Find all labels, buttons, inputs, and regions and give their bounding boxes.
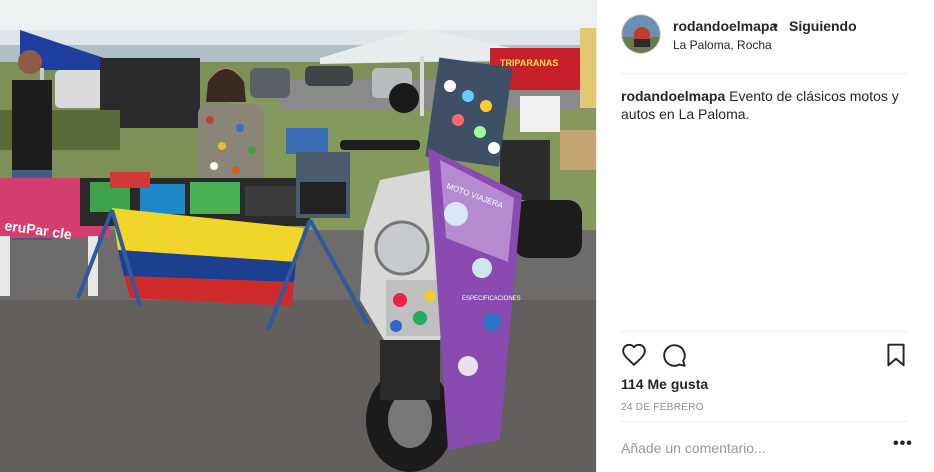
heart-icon[interactable]	[621, 342, 647, 368]
instagram-post: MOTO VIAJERA ESPECIFICACIONES TRIPARANAS…	[0, 0, 934, 472]
comment-input[interactable]	[621, 438, 861, 458]
avatar-image	[622, 15, 660, 53]
post-sidebar: rodandoelmapa • Siguiendo La Paloma, Roc…	[596, 0, 934, 472]
avatar[interactable]	[621, 14, 661, 54]
following-button[interactable]: Siguiendo	[789, 18, 857, 34]
post-photo[interactable]: MOTO VIAJERA ESPECIFICACIONES TRIPARANAS…	[0, 0, 596, 472]
actions-divider	[621, 331, 907, 332]
post-username[interactable]: rodandoelmapa	[673, 18, 777, 34]
caption-username[interactable]: rodandoelmapa	[621, 88, 725, 104]
separator-dot: •	[773, 17, 778, 33]
post-date: 24 DE FEBRERO	[621, 402, 704, 413]
more-options-icon[interactable]: •••	[893, 436, 915, 454]
bookmark-icon[interactable]	[883, 342, 909, 368]
post-caption: rodandoelmapa Evento de clásicos motos y…	[621, 87, 911, 123]
header-divider	[621, 73, 907, 74]
poster-heading: ESPECIFICACIONES	[462, 296, 521, 302]
photo-scene: MOTO VIAJERA ESPECIFICACIONES TRIPARANAS…	[0, 0, 596, 472]
banner-text: TRIPARANAS	[500, 58, 558, 68]
likes-count[interactable]: 114 Me gusta	[621, 376, 708, 392]
action-bar	[621, 342, 911, 368]
comment-divider	[621, 421, 907, 422]
post-header: rodandoelmapa • Siguiendo La Paloma, Roc…	[621, 14, 911, 58]
comment-bubble-icon[interactable]	[661, 342, 687, 368]
post-location[interactable]: La Paloma, Rocha	[673, 38, 772, 52]
